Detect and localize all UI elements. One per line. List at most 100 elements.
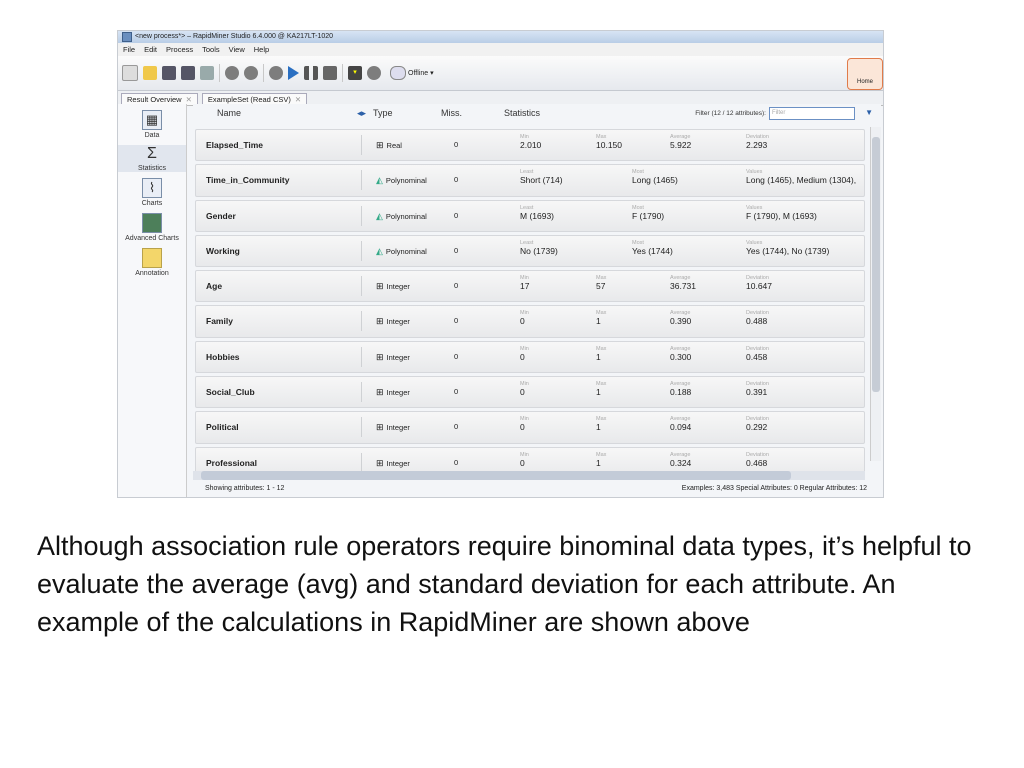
stat-2: Max 57 — [596, 275, 606, 291]
menu-process[interactable]: Process — [166, 43, 193, 56]
stat-value: 10.647 — [746, 281, 772, 292]
stat-3: Average 0.300 — [670, 346, 691, 362]
status-showing: Showing attributes: 1 - 12 — [205, 485, 285, 492]
offline-status-button[interactable]: Offline ▾ — [390, 66, 434, 80]
table-row[interactable]: Gender ◭ Polynominal 0 Least M (1693) Most… — [195, 199, 865, 232]
stat-4: Deviation 0.468 — [746, 452, 769, 468]
stat-value: 0.390 — [670, 316, 692, 327]
stat-2: Max 1 — [596, 416, 606, 432]
missing-count: 0 — [454, 422, 459, 432]
attribute-type: ⊞ Integer — [376, 352, 410, 363]
stat-4: Deviation 0.488 — [746, 310, 769, 326]
attribute-type: ⊞ Integer — [376, 422, 410, 433]
menu-edit[interactable]: Edit — [144, 43, 157, 56]
horizontal-scrollbar[interactable] — [193, 471, 865, 480]
redo-icon[interactable] — [244, 66, 258, 80]
step-back-icon[interactable] — [269, 66, 283, 80]
sort-arrows-icon[interactable]: ◂▸ — [357, 108, 366, 119]
undo-icon[interactable] — [225, 66, 239, 80]
attribute-rows: Elapsed_Time ⊞ Real 0 Min 2.010 Max 10.150 … — [195, 129, 865, 482]
import-icon[interactable] — [200, 66, 214, 80]
type-label: Polynominal — [385, 246, 427, 256]
stat-value: 0 — [520, 422, 525, 433]
new-process-icon[interactable] — [122, 65, 138, 81]
stat-2: Max 10.150 — [596, 134, 622, 150]
menu-help[interactable]: Help — [254, 43, 269, 56]
tab-label: Result Overview — [127, 95, 182, 104]
table-row[interactable]: Family ⊞ Integer 0 Min 0 Max 1 Average 0.390… — [195, 305, 865, 338]
chevron-down-icon: ▾ — [430, 70, 434, 77]
menu-view[interactable]: View — [229, 43, 245, 56]
missing-count: 0 — [454, 210, 459, 220]
header-name[interactable]: Name — [217, 108, 241, 118]
view-data[interactable]: ▦ Data — [118, 110, 186, 139]
home-button[interactable]: Home — [847, 58, 883, 90]
divider — [361, 452, 362, 473]
menu-file[interactable]: File — [123, 43, 135, 56]
table-row[interactable]: Time_in_Community ◭ Polynominal 0 Least Sh… — [195, 164, 865, 197]
stat-label: Min — [520, 345, 529, 352]
type-label: Polynominal — [385, 211, 427, 221]
stat-2: Max 1 — [596, 381, 606, 397]
stat-value: Yes (1744), No (1739) — [746, 245, 830, 256]
table-row[interactable]: Working ◭ Polynominal 0 Least No (1739) Mo… — [195, 234, 865, 268]
menu-tools[interactable]: Tools — [202, 43, 220, 56]
validate-icon[interactable]: ▾ — [348, 66, 362, 80]
perspective-icon[interactable] — [367, 66, 381, 80]
attribute-name: Age — [206, 281, 223, 292]
attribute-type: ◭ Polynominal — [376, 246, 427, 257]
filter-input[interactable]: Filter — [769, 107, 855, 120]
vertical-scrollbar[interactable] — [870, 127, 881, 461]
stat-value: 10.150 — [596, 140, 622, 150]
real-type-icon: ⊞ — [376, 140, 384, 150]
table-row[interactable]: Social_Club ⊞ Integer 0 Min 0 Max 1 Average… — [195, 376, 865, 409]
table-row[interactable]: Elapsed_Time ⊞ Real 0 Min 2.010 Max 10.150 … — [195, 129, 865, 162]
stat-label: Average — [670, 451, 691, 458]
view-advanced-charts[interactable]: Advanced Charts — [118, 213, 186, 242]
stat-4: Values Long (1465), Medium (1304), — [746, 169, 856, 185]
missing-count: 0 — [454, 140, 459, 149]
stat-value: Long (1465), Medium (1304), — [746, 175, 857, 186]
header-type[interactable]: Type — [373, 108, 393, 118]
stop-icon[interactable] — [323, 66, 337, 80]
chevron-down-icon[interactable]: ▼ — [865, 108, 873, 117]
scroll-thumb[interactable] — [872, 137, 880, 392]
open-folder-icon[interactable] — [143, 66, 157, 80]
pause-icon[interactable] — [304, 66, 318, 80]
polynominal-type-icon: ◭ — [376, 210, 383, 221]
offline-label: Offline — [408, 69, 429, 77]
view-annotation[interactable]: Annotation — [118, 248, 186, 277]
divider — [361, 240, 362, 261]
view-statistics[interactable]: Σ Statistics — [118, 145, 186, 172]
table-row[interactable]: Age ⊞ Integer 0 Min 17 Max 57 Average 36.731… — [195, 270, 865, 303]
view-label: Annotation — [135, 270, 169, 277]
header-statistics[interactable]: Statistics — [504, 108, 540, 118]
stat-value: 36.731 — [670, 281, 696, 292]
scroll-thumb[interactable] — [201, 471, 791, 480]
stat-label: Min — [520, 451, 529, 458]
stat-value: 0.094 — [670, 422, 692, 433]
data-table-icon: ▦ — [142, 110, 162, 130]
close-icon[interactable]: ✕ — [295, 95, 301, 104]
table-row[interactable]: Political ⊞ Integer 0 Min 0 Max 1 Average 0.… — [195, 411, 865, 444]
close-icon[interactable]: ✕ — [186, 95, 192, 104]
stat-value: 1 — [596, 387, 601, 398]
attribute-name: Hobbies — [206, 351, 240, 362]
attribute-type: ⊞ Integer — [376, 387, 410, 398]
type-label: Integer — [386, 352, 410, 362]
table-row[interactable]: Hobbies ⊞ Integer 0 Min 0 Max 1 Average 0.30… — [195, 340, 865, 374]
run-icon[interactable] — [288, 66, 299, 80]
save-as-icon[interactable] — [181, 66, 195, 80]
stat-value: 17 — [520, 281, 530, 292]
menu-bar: File Edit Process Tools View Help — [118, 43, 883, 56]
home-label: Home — [856, 79, 873, 85]
status-bar: Showing attributes: 1 - 12 Examples: 3,4… — [205, 482, 867, 496]
divider — [361, 205, 362, 226]
divider — [361, 417, 362, 438]
save-icon[interactable] — [162, 66, 176, 80]
view-charts[interactable]: ⌇ Charts — [118, 178, 186, 207]
stat-4: Deviation 0.292 — [746, 416, 769, 432]
attribute-name: Professional — [206, 457, 258, 468]
header-missing[interactable]: Miss. — [441, 108, 462, 118]
view-label: Charts — [141, 200, 163, 207]
